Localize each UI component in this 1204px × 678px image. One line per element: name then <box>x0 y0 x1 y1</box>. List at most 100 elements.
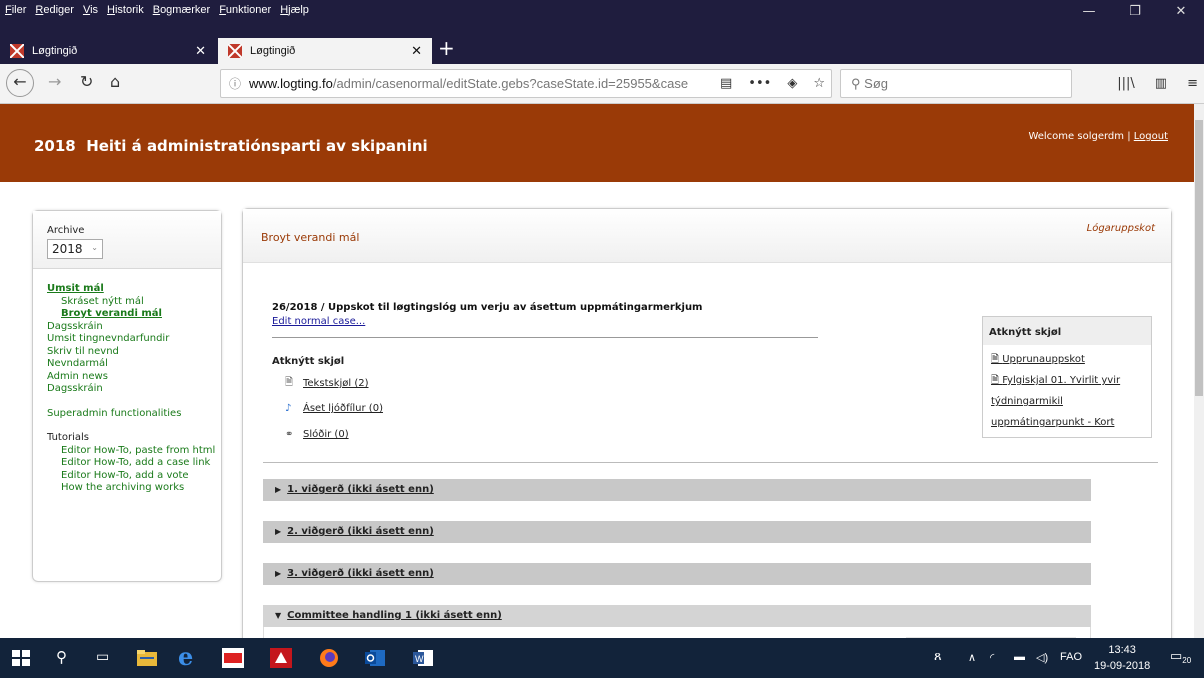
edit-case-link[interactable]: Edit normal case... <box>272 316 365 327</box>
home-icon[interactable]: ⌂ <box>110 72 120 91</box>
menu-bar: Filer Rediger Vis Historik Bogmærker Fun… <box>0 0 313 20</box>
logout-link[interactable]: Logout <box>1134 131 1168 142</box>
restore-icon[interactable]: ❐ <box>1112 0 1158 26</box>
menu-filer[interactable]: Filer <box>0 0 30 20</box>
firefox-icon[interactable] <box>318 648 340 668</box>
windows-start-icon[interactable] <box>10 648 32 668</box>
tab-close-icon[interactable]: ✕ <box>195 43 206 59</box>
minimize-icon[interactable]: — <box>1066 0 1112 26</box>
system-clock[interactable]: 13:43 19-09-2018 <box>1094 642 1150 674</box>
search-icon[interactable]: ⚲ <box>56 648 67 666</box>
user-welcome: Welcome solgerdm | Logout <box>1028 131 1168 142</box>
battery-icon[interactable]: ▬ <box>1014 651 1025 663</box>
tutorial-paste-html[interactable]: Editor How-To, paste from html <box>47 445 221 458</box>
sidebar-item-superadmin[interactable]: Superadmin functionalities <box>47 408 221 421</box>
sidebar-item-admin-news[interactable]: Admin news <box>47 371 221 384</box>
document-icon: 🗎 <box>991 354 1003 365</box>
page-viewport: 2018 Heiti á administratiónsparti av ski… <box>0 104 1194 638</box>
case-type-tag: Lógaruppskot <box>1086 223 1155 234</box>
attachment-label: Áset ljóðfílur (0) <box>303 403 383 414</box>
task-view-icon[interactable]: ▭ <box>96 648 109 665</box>
sidebar-item-skraset[interactable]: Skráset nýtt mál <box>47 296 221 309</box>
action-center-icon[interactable]: ▭20 <box>1170 648 1191 665</box>
menu-rediger[interactable]: Rediger <box>30 0 78 20</box>
tab-title: Løgtingið <box>32 45 78 57</box>
document-icon: 🗎 <box>285 377 294 388</box>
menu-bogmaerker[interactable]: Bogmærker <box>148 0 214 20</box>
menu-funktioner[interactable]: Funktioner <box>214 0 275 20</box>
archive-year-select[interactable]: 2018 ⌄ <box>47 239 103 259</box>
library-icon[interactable]: |||\ <box>1117 76 1135 91</box>
network-icon[interactable]: ◜ <box>990 651 994 664</box>
tutorial-archiving[interactable]: How the archiving works <box>47 482 221 495</box>
welcome-text: Welcome solgerdm <box>1028 131 1125 142</box>
bookmark-star-icon[interactable]: ☆ <box>813 76 825 91</box>
site-header: 2018 Heiti á administratiónsparti av ski… <box>0 104 1194 182</box>
sidebar-item-dagsskrain-2[interactable]: Dagsskráin <box>47 383 221 396</box>
outlook-icon[interactable] <box>364 648 386 668</box>
expand-arrow-icon: ▶ <box>275 485 282 494</box>
new-tab-icon[interactable]: + <box>438 38 455 58</box>
logting-favicon-icon <box>228 44 242 58</box>
page-actions-icon[interactable]: ••• <box>748 76 771 91</box>
attached-documents-list: 🗎 Upprunauppskot 🗎 Fylgiskjal 01. Yvirli… <box>983 345 1151 433</box>
tutorial-add-vote[interactable]: Editor How-To, add a vote <box>47 470 221 483</box>
word-icon[interactable]: W <box>412 648 434 668</box>
volume-icon[interactable]: ◁) <box>1036 651 1048 664</box>
inro-app-icon[interactable] <box>222 648 244 668</box>
menu-hjaelp[interactable]: Hjælp <box>275 0 313 20</box>
hamburger-menu-icon[interactable]: ≡ <box>1187 76 1198 91</box>
sidebar-toggle-icon[interactable]: ▥ <box>1155 76 1167 91</box>
menu-historik[interactable]: Historik <box>102 0 148 20</box>
browser-tab-inactive[interactable]: Løgtingið ✕ <box>0 38 216 64</box>
internet-explorer-icon[interactable]: e <box>178 642 193 671</box>
search-input[interactable]: ⚲ Søg <box>840 69 1072 98</box>
reload-icon[interactable]: ↻ <box>80 72 93 91</box>
chevron-down-icon: ⌄ <box>91 243 98 252</box>
forward-icon[interactable]: → <box>48 72 61 91</box>
browser-tab-active[interactable]: Løgtingið ✕ <box>218 38 432 64</box>
main-panel: Broyt verandi mál Lógaruppskot 26/2018 /… <box>242 208 1172 638</box>
back-icon[interactable]: ← <box>6 69 34 97</box>
tab-close-icon[interactable]: ✕ <box>411 43 422 59</box>
tab-title: Løgtingið <box>250 45 296 57</box>
sidebar-item-tingnevndarfundir[interactable]: Umsit tingnevndarfundir <box>47 333 221 346</box>
page-scrollbar[interactable] <box>1194 104 1204 638</box>
attachment-links[interactable]: ⚭ Slóðir (0) <box>285 429 349 440</box>
acrobat-icon[interactable] <box>270 648 292 668</box>
svg-text:W: W <box>415 654 424 664</box>
site-info-icon[interactable]: ⓘ <box>229 75 241 92</box>
document-link-upprunauppskot[interactable]: 🗎 Upprunauppskot <box>991 349 1151 370</box>
attachment-audio[interactable]: ♪ Áset ljóðfílur (0) <box>285 403 383 414</box>
sidebar-item-umsit-mal[interactable]: Umsit mál <box>47 283 221 296</box>
expand-arrow-icon: ▶ <box>275 527 282 536</box>
show-hidden-icons-icon[interactable]: ∧ <box>968 651 976 664</box>
pocket-icon[interactable]: ◈ <box>787 76 797 91</box>
tutorial-case-link[interactable]: Editor How-To, add a case link <box>47 457 221 470</box>
clock-time: 13:43 <box>1108 644 1136 656</box>
sidebar-item-dagsskrain[interactable]: Dagsskráin <box>47 321 221 334</box>
navigation-bar: ← → ↻ ⌂ ⓘ www.logting.fo/admin/casenorma… <box>0 64 1204 104</box>
archive-label: Archive <box>47 225 85 236</box>
section-1-vidgerd[interactable]: ▶ 1. viðgerð (ikki ásett enn) <box>263 479 1091 501</box>
section-committee-handling[interactable]: ▼ Committee handling 1 (ikki ásett enn) <box>263 605 1091 627</box>
menu-vis[interactable]: Vis <box>78 0 102 20</box>
window-controls: — ❐ ✕ <box>1066 0 1204 26</box>
section-2-vidgerd[interactable]: ▶ 2. viðgerð (ikki ásett enn) <box>263 521 1091 543</box>
sidebar-item-nevndarmal[interactable]: Nevndarmál <box>47 358 221 371</box>
scrollbar-thumb[interactable] <box>1195 120 1203 396</box>
people-icon[interactable]: ጸ <box>934 648 942 664</box>
sidebar-item-broyt[interactable]: Broyt verandi mál <box>47 308 221 321</box>
document-link-fylgiskjal[interactable]: 🗎 Fylgiskjal 01. Yvirlit yvir týdningarm… <box>991 370 1151 433</box>
sidebar-item-skriv-til-nevnd[interactable]: Skriv til nevnd <box>47 346 221 359</box>
file-explorer-icon[interactable] <box>136 648 158 668</box>
attachment-label: Slóðir (0) <box>303 429 349 440</box>
attachment-documents[interactable]: 🗎 Tekstskjøl (2) <box>285 375 369 392</box>
main-heading: Broyt verandi mál <box>261 231 360 244</box>
section-3-vidgerd[interactable]: ▶ 3. viðgerð (ikki ásett enn) <box>263 563 1091 585</box>
attached-documents-box: Atknýtt skjøl 🗎 Upprunauppskot 🗎 Fylgisk… <box>982 316 1152 438</box>
toolbar-right: |||\ ▥ ≡ <box>1117 76 1204 91</box>
reader-view-icon[interactable]: ▤ <box>720 76 732 91</box>
input-language[interactable]: FAO <box>1060 651 1082 663</box>
close-window-icon[interactable]: ✕ <box>1158 0 1204 26</box>
